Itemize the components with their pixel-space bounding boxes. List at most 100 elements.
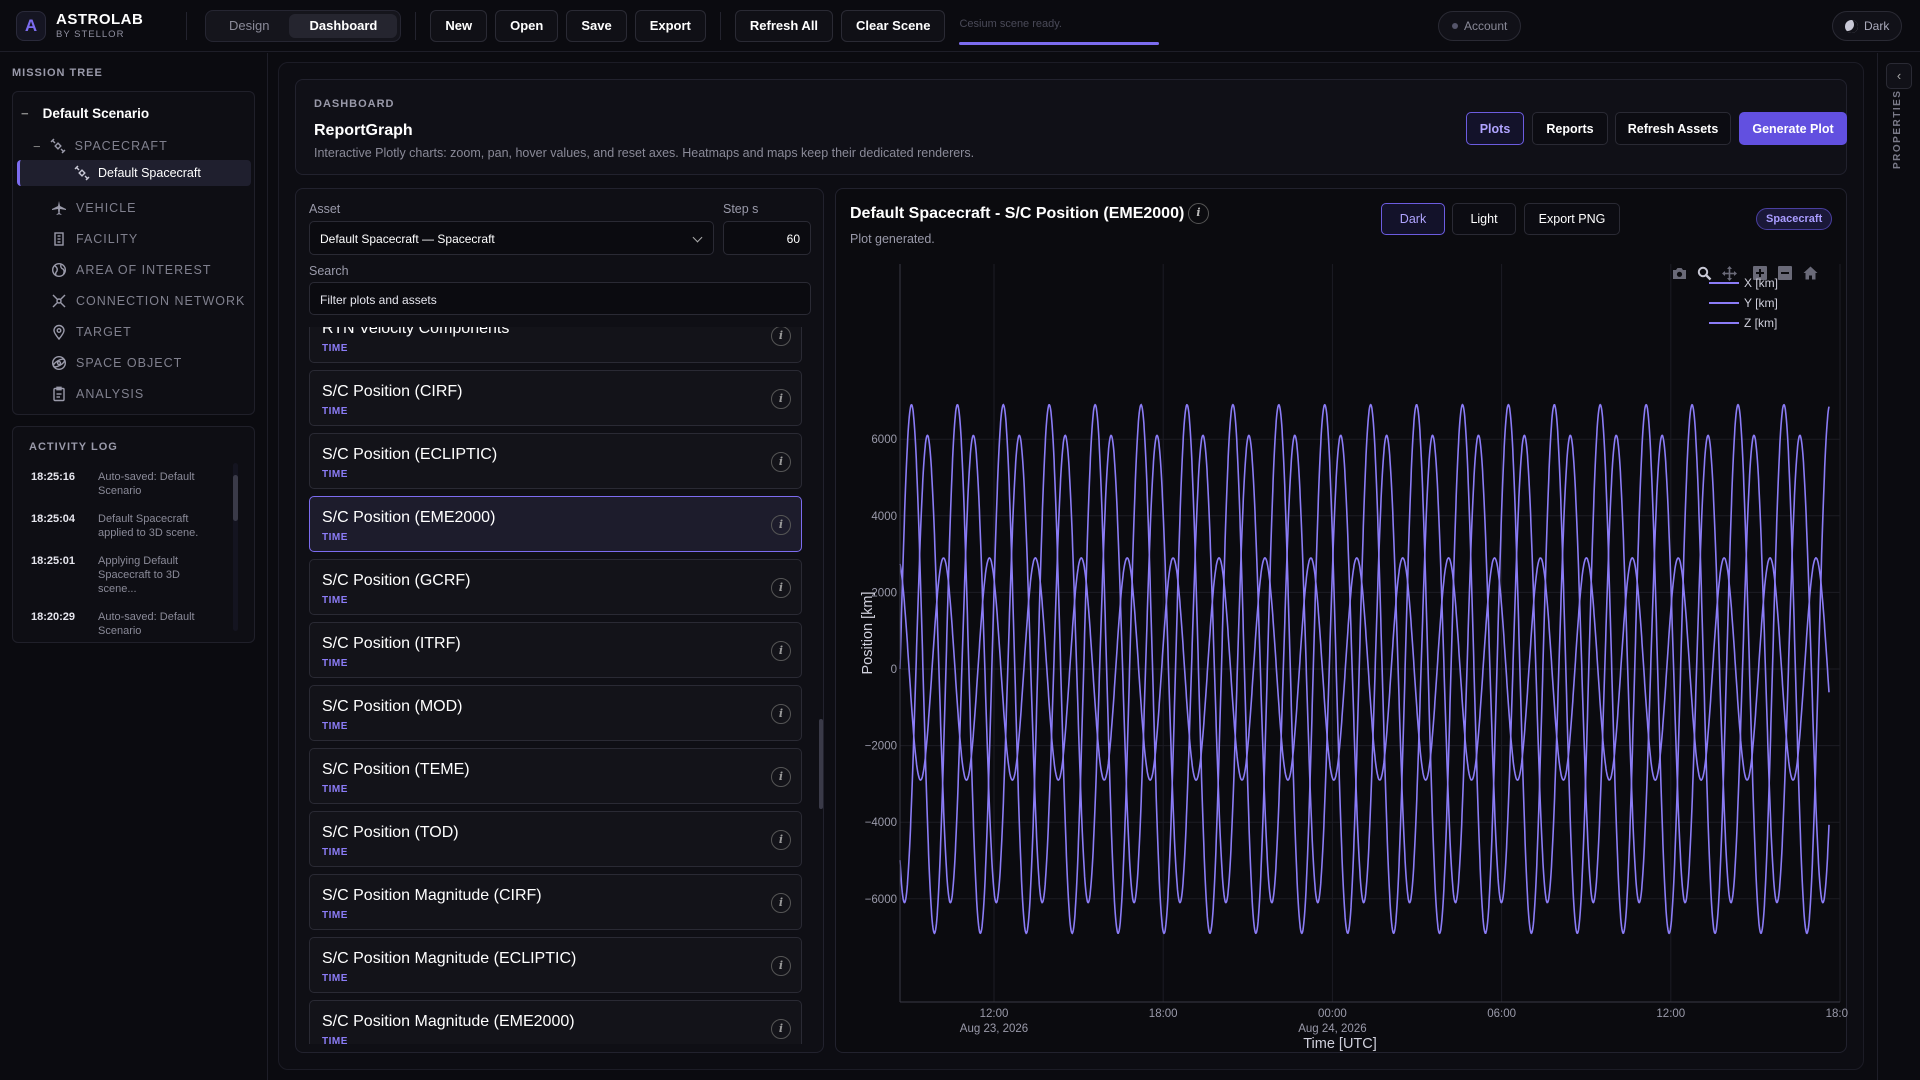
collapse-icon[interactable]: − [33,139,42,154]
info-icon[interactable]: i [771,515,791,535]
y-tick-label: −2000 [865,741,897,753]
info-icon[interactable]: i [771,452,791,472]
info-icon[interactable]: i [771,327,791,346]
tree-category-label: TARGET [76,325,132,339]
collapse-icon[interactable]: − [21,106,29,121]
generate-plot-button[interactable]: Generate Plot [1739,112,1847,145]
plot-panel: Default Spacecraft - S/C Position (EME20… [835,188,1848,1054]
plot-list-item[interactable]: S/C Position (TEME) TIME i [309,748,802,804]
plot-list-item[interactable]: S/C Position Magnitude (CIRF) TIME i [309,874,802,930]
info-icon[interactable]: i [771,767,791,787]
tree-category-label: AREA OF INTEREST [76,263,212,277]
main-content: DASHBOARD ReportGraph Interactive Plotly… [278,62,1864,1070]
log-message: Default Spacecraft applied to 3D scene. [98,513,199,539]
mode-design-button[interactable]: Design [209,14,289,38]
tree-item-default-spacecraft[interactable]: Default Spacecraft [17,160,251,186]
scene-status-text: Cesium scene ready. [959,17,1062,30]
tree-category-label: SPACE OBJECT [76,356,183,370]
info-icon[interactable]: i [771,956,791,976]
info-icon[interactable]: i [771,704,791,724]
plot-list-item[interactable]: RTN Velocity Components TIME i [309,327,802,363]
open-button[interactable]: Open [495,9,559,42]
asset-select[interactable]: Default Spacecraft — Spacecraft [309,221,714,255]
plot-list-item-tag: TIME [322,532,348,543]
refresh-assets-button[interactable]: Refresh Assets [1615,112,1731,145]
step-input[interactable]: 60 [723,221,811,255]
tree-category-analysis[interactable]: ANALYSIS [51,386,144,402]
plot-list-item[interactable]: S/C Position Magnitude (ECLIPTIC) TIME i [309,937,802,993]
log-message: Applying Default Spacecraft to 3D scene.… [98,555,180,595]
position-chart[interactable]: 6000400020000−2000−4000−600012:00Aug 23,… [836,189,1848,1054]
plot-list-scroll-thumb[interactable] [819,719,823,809]
plot-list-item-name: S/C Position Magnitude (EME2000) [322,1013,575,1030]
plots-tab-button[interactable]: Plots [1466,112,1524,145]
tree-category-facility[interactable]: FACILITY [51,231,138,247]
orbit-icon [51,355,67,371]
tree-category-vehicle[interactable]: VEHICLE [51,200,137,216]
globe-icon [51,262,67,278]
plot-list-item-tag: TIME [322,973,348,984]
info-icon[interactable]: i [771,830,791,850]
plot-list-item[interactable]: S/C Position (CIRF) TIME i [309,370,802,426]
plot-list-item-name: S/C Position (ECLIPTIC) [322,446,498,463]
log-scrollbar[interactable] [233,463,238,631]
plot-list-scrollbar[interactable] [819,327,824,1044]
tree-category-spacecraft[interactable]: − SPACECRAFT [33,138,168,154]
plot-list-item-name: S/C Position Magnitude (ECLIPTIC) [322,950,577,967]
mission-tree: − Default Scenario − SPACECRAFT Default S… [12,91,255,415]
info-icon[interactable]: i [771,893,791,913]
info-icon[interactable]: i [771,1019,791,1039]
reports-tab-button[interactable]: Reports [1532,112,1608,145]
asset-select-value: Default Spacecraft — Spacecraft [320,232,495,246]
export-button[interactable]: Export [634,9,706,42]
log-scroll-thumb[interactable] [233,475,238,521]
y-tick-label: −4000 [865,817,897,829]
map-pin-icon [51,324,67,340]
tree-category-target[interactable]: TARGET [51,324,132,340]
info-icon[interactable]: i [771,641,791,661]
chevron-left-icon[interactable]: ‹ [1886,63,1912,89]
tree-category-space-object[interactable]: SPACE OBJECT [51,355,182,371]
tree-category-label: ANALYSIS [76,387,145,401]
divider [186,11,187,40]
info-icon[interactable]: i [771,389,791,409]
save-button[interactable]: Save [566,9,627,42]
building-icon [51,231,67,247]
app-logo[interactable]: A ASTROLAB BY STELLOR [16,10,186,41]
logo-mark-icon: A [16,10,46,41]
plot-list-item[interactable]: S/C Position Magnitude (EME2000) TIME i [309,1000,802,1044]
plot-list-item-tag: TIME [322,784,348,795]
chart-legend: X [km] Y [km] Z [km] [1709,276,1778,330]
y-tick-label: 6000 [871,434,897,446]
theme-toggle-button[interactable]: Dark [1832,11,1903,41]
plot-list-item-name: S/C Position (CIRF) [322,383,463,400]
tree-category-connection-network[interactable]: CONNECTION NETWORK [51,293,245,309]
properties-label[interactable]: PROPERTIES [1892,90,1903,169]
new-button[interactable]: New [430,9,488,42]
page-title: ReportGraph [314,122,413,139]
refresh-all-button[interactable]: Refresh All [734,9,834,42]
scene-progress-bar [959,41,1160,45]
divider [719,11,721,40]
x-tick-label: 12:00 [980,1008,1009,1020]
account-button[interactable]: Account [1438,11,1522,41]
search-input[interactable]: Filter plots and assets [309,282,811,315]
x-tick-label: 00:00 [1318,1008,1347,1020]
divider [415,11,417,40]
chart-grid [900,264,1841,1002]
mode-dashboard-button[interactable]: Dashboard [289,13,398,38]
plot-list-item[interactable]: S/C Position (ECLIPTIC) TIME i [309,433,802,489]
plot-list-item[interactable]: S/C Position (MOD) TIME i [309,685,802,741]
tree-root-default-scenario[interactable]: − Default Scenario [21,106,149,121]
plot-list-item[interactable]: S/C Position (TOD) TIME i [309,811,802,867]
plot-list-item[interactable]: S/C Position (ITRF) TIME i [309,622,802,678]
x-tick-label: 06:00 [1487,1008,1516,1020]
tree-category-area-of-interest[interactable]: AREA OF INTEREST [51,262,211,278]
plot-list-item-tag: TIME [322,1036,348,1044]
clear-scene-button[interactable]: Clear Scene [841,9,946,42]
plot-list-item[interactable]: S/C Position (EME2000) TIME i [309,496,802,552]
info-icon[interactable]: i [771,578,791,598]
clipboard-icon [51,386,67,402]
plot-list-item-tag: TIME [322,910,348,921]
plot-list-item[interactable]: S/C Position (GCRF) TIME i [309,559,802,615]
